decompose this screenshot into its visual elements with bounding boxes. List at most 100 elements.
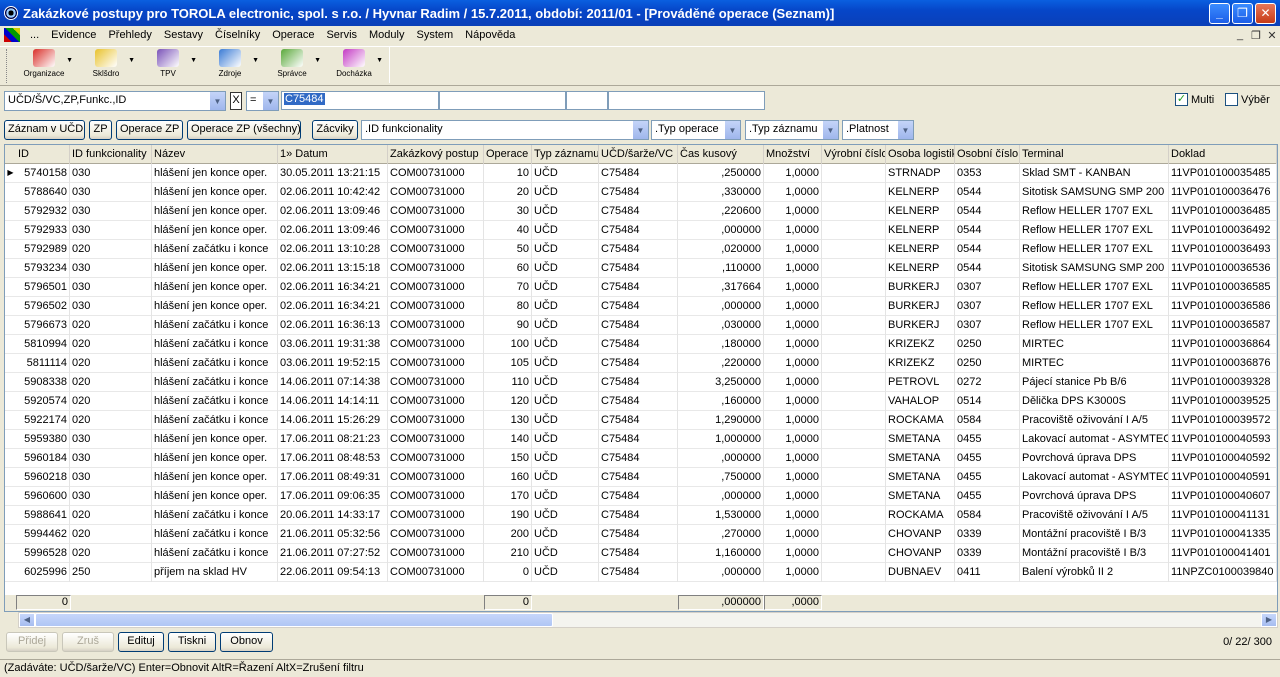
- menu-sestavy[interactable]: Sestavy: [158, 29, 209, 41]
- cell-typ-zaznamu[interactable]: UČD: [532, 373, 599, 392]
- cell-typ-zaznamu[interactable]: UČD: [532, 525, 599, 544]
- column-header-zakazkovy-postup[interactable]: Zakázkový postup: [388, 145, 484, 164]
- cell-nazev[interactable]: příjem na sklad HV: [152, 563, 278, 582]
- zaznam-ucd-button[interactable]: Záznam v UČD: [4, 120, 85, 140]
- cell-datum[interactable]: 14.06.2011 07:14:38: [278, 373, 388, 392]
- cell-ucd-sarze-vc[interactable]: C75484: [599, 297, 678, 316]
- cell-ucd-sarze-vc[interactable]: C75484: [599, 544, 678, 563]
- cell-nazev[interactable]: hlášení začátku i konce: [152, 335, 278, 354]
- menu-ciselniky[interactable]: Číselníky: [209, 29, 266, 41]
- cell-doklad[interactable]: 11VP010100035485: [1169, 164, 1277, 183]
- cell-doklad[interactable]: 11VP010100040607: [1169, 487, 1277, 506]
- cell-datum[interactable]: 21.06.2011 07:27:52: [278, 544, 388, 563]
- cell-ucd-sarze-vc[interactable]: C75484: [599, 259, 678, 278]
- cell-osoba-logistik[interactable]: ROCKAMA: [886, 411, 955, 430]
- cell-operace[interactable]: 100: [484, 335, 532, 354]
- cell-datum[interactable]: 02.06.2011 16:34:21: [278, 297, 388, 316]
- cell-ucd-sarze-vc[interactable]: C75484: [599, 164, 678, 183]
- cell-osobni-cislo[interactable]: 0339: [955, 525, 1020, 544]
- filter-value-input[interactable]: C75484: [281, 91, 439, 110]
- cell-ucd-sarze-vc[interactable]: C75484: [599, 202, 678, 221]
- cell-nazev[interactable]: hlášení začátku i konce: [152, 354, 278, 373]
- table-row[interactable]: 5788640 030 hlášení jen konce oper. 02.06.2…: [5, 183, 1277, 202]
- cell-ucd-sarze-vc[interactable]: C75484: [599, 563, 678, 582]
- cell-typ-zaznamu[interactable]: UČD: [532, 240, 599, 259]
- cell-terminal[interactable]: Reflow HELLER 1707 EXL: [1020, 202, 1169, 221]
- cell-operace[interactable]: 20: [484, 183, 532, 202]
- cell-osoba-logistik[interactable]: DUBNAEV: [886, 563, 955, 582]
- cell-cas-kusovy[interactable]: ,000000: [678, 449, 764, 468]
- cell-terminal[interactable]: Montážní pracoviště I B/3: [1020, 525, 1169, 544]
- scroll-left-icon[interactable]: ◀: [19, 613, 35, 627]
- cell-ucd-sarze-vc[interactable]: C75484: [599, 354, 678, 373]
- cell-datum[interactable]: 02.06.2011 13:10:28: [278, 240, 388, 259]
- operace-zp-button[interactable]: Operace ZP: [116, 120, 183, 140]
- cell-datum[interactable]: 21.06.2011 05:32:56: [278, 525, 388, 544]
- zrus-button[interactable]: Zruš: [62, 632, 114, 652]
- cell-operace[interactable]: 105: [484, 354, 532, 373]
- cell-typ-zaznamu[interactable]: UČD: [532, 316, 599, 335]
- cell-cas-kusovy[interactable]: ,250000: [678, 164, 764, 183]
- cell-vyrobni-cislo[interactable]: [822, 183, 886, 202]
- cell-operace[interactable]: 200: [484, 525, 532, 544]
- cell-typ-zaznamu[interactable]: UČD: [532, 430, 599, 449]
- vyber-check-icon[interactable]: [1225, 93, 1238, 106]
- cell-id-funkcionality[interactable]: 020: [70, 392, 152, 411]
- cell-osoba-logistik[interactable]: KELNERP: [886, 259, 955, 278]
- cell-ucd-sarze-vc[interactable]: C75484: [599, 221, 678, 240]
- cell-osobni-cislo[interactable]: 0250: [955, 354, 1020, 373]
- cell-doklad[interactable]: 11VP010100036485: [1169, 202, 1277, 221]
- cell-mnozstvi[interactable]: 1,0000: [764, 449, 822, 468]
- cell-zakazkovy-postup[interactable]: COM00731000: [388, 544, 484, 563]
- cell-mnozstvi[interactable]: 1,0000: [764, 506, 822, 525]
- cell-osobni-cislo[interactable]: 0307: [955, 316, 1020, 335]
- scrollbar-thumb[interactable]: [35, 613, 553, 627]
- cell-vyrobni-cislo[interactable]: [822, 335, 886, 354]
- cell-id-funkcionality[interactable]: 030: [70, 278, 152, 297]
- vyber-checkbox[interactable]: Výběr: [1225, 93, 1270, 106]
- cell-terminal[interactable]: Sklad SMT - KANBAN: [1020, 164, 1169, 183]
- cell-osobni-cislo[interactable]: 0544: [955, 240, 1020, 259]
- cell-typ-zaznamu[interactable]: UČD: [532, 392, 599, 411]
- cell-doklad[interactable]: 11NPZC0100039840: [1169, 563, 1277, 582]
- table-row[interactable]: 5960184 030 hlášení jen konce oper. 17.06.2…: [5, 449, 1277, 468]
- table-row[interactable]: 5960218 030 hlášení jen konce oper. 17.06.2…: [5, 468, 1277, 487]
- cell-cas-kusovy[interactable]: ,317664: [678, 278, 764, 297]
- cell-osoba-logistik[interactable]: BURKERJ: [886, 297, 955, 316]
- cell-operace[interactable]: 40: [484, 221, 532, 240]
- cell-zakazkovy-postup[interactable]: COM00731000: [388, 506, 484, 525]
- cell-typ-zaznamu[interactable]: UČD: [532, 468, 599, 487]
- cell-operace[interactable]: 70: [484, 278, 532, 297]
- cell-osobni-cislo[interactable]: 0584: [955, 506, 1020, 525]
- table-row[interactable]: 5792933 030 hlášení jen konce oper. 02.06.2…: [5, 221, 1277, 240]
- cell-doklad[interactable]: 11VP010100036492: [1169, 221, 1277, 240]
- cell-datum[interactable]: 20.06.2011 14:33:17: [278, 506, 388, 525]
- cell-doklad[interactable]: 11VP010100040593: [1169, 430, 1277, 449]
- cell-vyrobni-cislo[interactable]: [822, 563, 886, 582]
- cell-datum[interactable]: 02.06.2011 16:36:13: [278, 316, 388, 335]
- cell-id[interactable]: 5740158: [16, 164, 70, 183]
- cell-id[interactable]: 6025996: [16, 563, 70, 582]
- cell-doklad[interactable]: 11VP010100036585: [1169, 278, 1277, 297]
- table-row[interactable]: 5811114 020 hlášení začátku i konce 03.06.2…: [5, 354, 1277, 373]
- cell-nazev[interactable]: hlášení jen konce oper.: [152, 278, 278, 297]
- cell-vyrobni-cislo[interactable]: [822, 430, 886, 449]
- cell-cas-kusovy[interactable]: ,000000: [678, 221, 764, 240]
- cell-terminal[interactable]: Balení výrobků II 2: [1020, 563, 1169, 582]
- cell-typ-zaznamu[interactable]: UČD: [532, 506, 599, 525]
- multi-check-icon[interactable]: ✓: [1175, 93, 1188, 106]
- cell-zakazkovy-postup[interactable]: COM00731000: [388, 487, 484, 506]
- cell-id-funkcionality[interactable]: 030: [70, 468, 152, 487]
- cell-operace[interactable]: 10: [484, 164, 532, 183]
- mdi-child-icon[interactable]: [4, 28, 20, 42]
- cell-osoba-logistik[interactable]: BURKERJ: [886, 278, 955, 297]
- cell-ucd-sarze-vc[interactable]: C75484: [599, 525, 678, 544]
- cell-mnozstvi[interactable]: 1,0000: [764, 335, 822, 354]
- cell-osobni-cislo[interactable]: 0544: [955, 202, 1020, 221]
- typ-zaznamu-select[interactable]: .Typ záznamu ▼: [745, 120, 839, 140]
- cell-terminal[interactable]: Sitotisk SAMSUNG SMP 200: [1020, 259, 1169, 278]
- cell-osoba-logistik[interactable]: KRIZEKZ: [886, 354, 955, 373]
- table-row[interactable]: 5996528 020 hlášení začátku i konce 21.06.2…: [5, 544, 1277, 563]
- cell-id[interactable]: 5793234: [16, 259, 70, 278]
- cell-osobni-cislo[interactable]: 0514: [955, 392, 1020, 411]
